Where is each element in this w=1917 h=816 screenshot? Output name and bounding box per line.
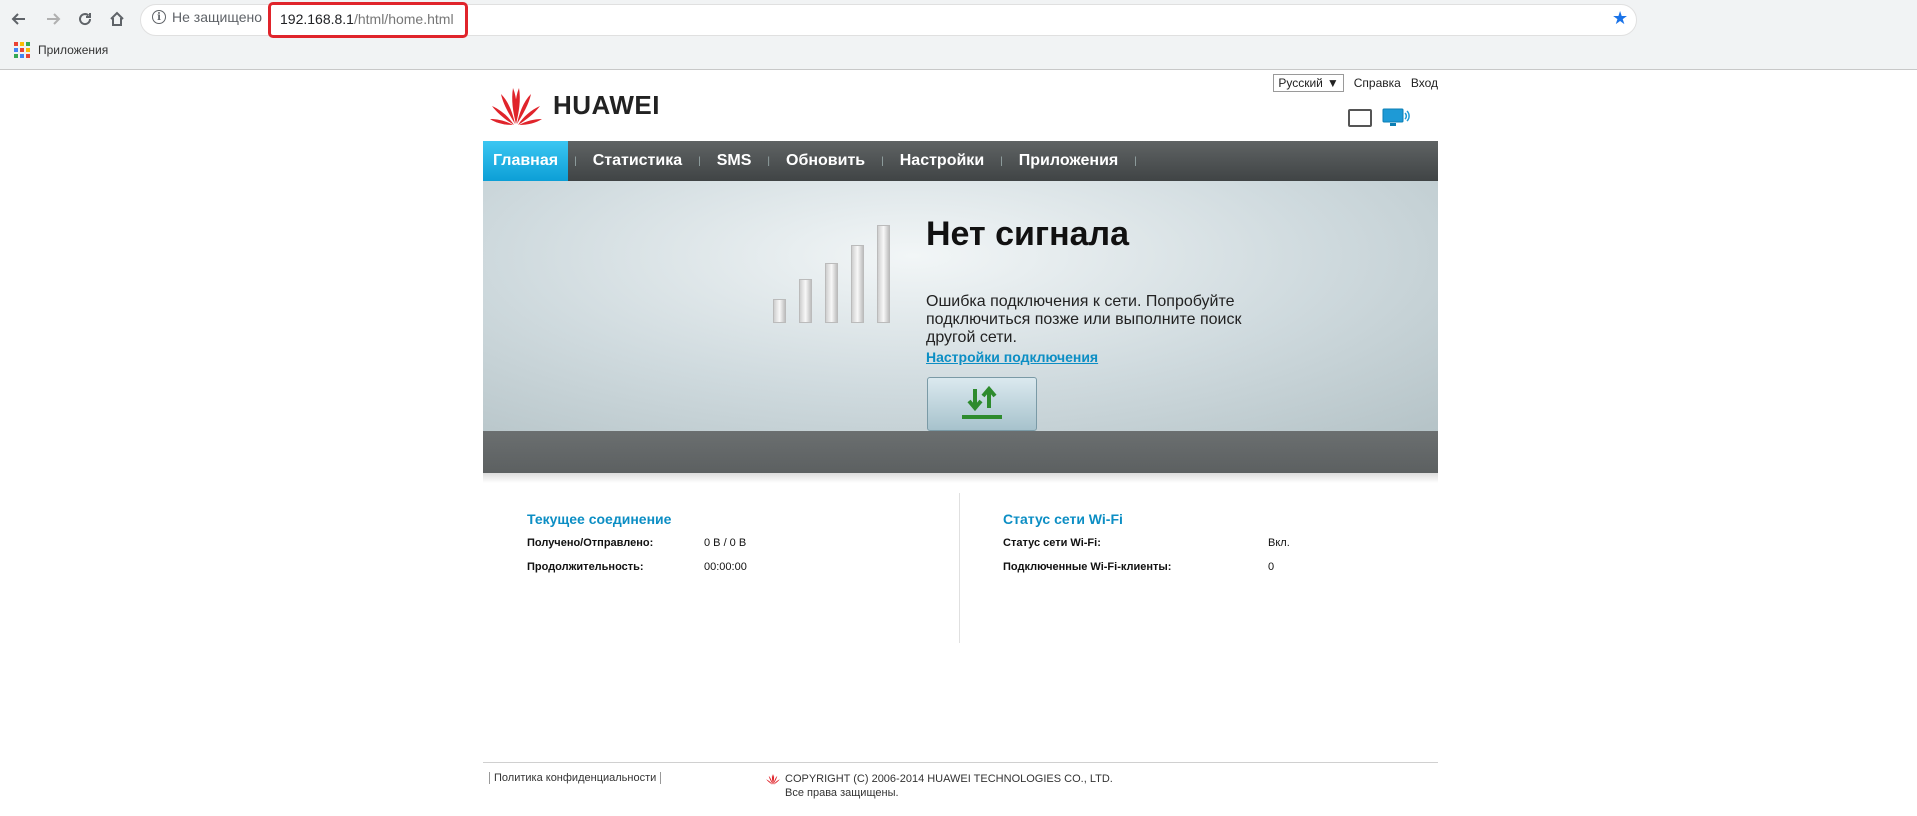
login-link[interactable]: Вход [1411, 76, 1438, 90]
nav-separator: | [698, 155, 701, 167]
chevron-down-icon: ▼ [1326, 76, 1339, 90]
duration-value: 00:00:00 [704, 561, 747, 573]
star-icon[interactable]: ★ [1612, 8, 1628, 29]
security-indicator[interactable]: i Не защищено [152, 9, 262, 25]
huawei-logo: HUAWEI [489, 84, 660, 126]
signal-panel: Нет сигнала Ошибка подключения к сети. П… [483, 181, 1438, 431]
connect-arrows-icon [962, 385, 1002, 419]
nav-separator: | [767, 155, 771, 167]
view-switch [1348, 108, 1410, 128]
home-icon[interactable] [106, 8, 128, 30]
security-label: Не защищено [172, 9, 262, 25]
browser-toolbar: i Не защищено 192.168.8.1/html/home.html… [0, 0, 1917, 70]
bookmarks-bar: Приложения [14, 42, 108, 58]
compact-view-icon[interactable] [1348, 109, 1372, 127]
nav-separator: | [1134, 155, 1137, 167]
bookmark-apps[interactable]: Приложения [38, 43, 108, 57]
back-icon[interactable] [8, 8, 30, 30]
signal-bar [877, 225, 890, 323]
received-sent-value: 0 B / 0 B [704, 537, 747, 549]
connect-button[interactable] [927, 377, 1037, 431]
tab-apps[interactable]: Приложения [1009, 141, 1129, 181]
tab-settings[interactable]: Настройки [890, 141, 994, 181]
privacy-link[interactable]: Политика конфиденциальности [489, 772, 662, 784]
current-connection-title: Текущее соединение [527, 511, 672, 527]
status-info: Текущее соединение Получено/Отправлено: … [483, 493, 1438, 643]
tab-home[interactable]: Главная [483, 141, 569, 181]
signal-bar [851, 245, 864, 323]
footer-divider [483, 762, 1438, 763]
nav-separator: | [1000, 155, 1003, 167]
wifi-status-value: Вкл. [1268, 537, 1290, 549]
rights-text: Все права защищены. [785, 787, 899, 799]
main-nav: Главная | Статистика | SMS | Обновить | … [483, 141, 1438, 181]
signal-bars-icon [773, 221, 903, 323]
copyright: COPYRIGHT (C) 2006-2014 HUAWEI TECHNOLOG… [765, 772, 1113, 800]
wifi-status: Статус сети Wi-Fi Статус сети Wi-Fi: Вкл… [1003, 511, 1403, 581]
brand-name: HUAWEI [553, 89, 660, 120]
signal-status-message: Ошибка подключения к сети. Попробуйте по… [926, 293, 1242, 346]
reload-icon[interactable] [74, 8, 96, 30]
apps-icon[interactable] [14, 42, 30, 58]
received-sent-row: Получено/Отправлено: 0 B / 0 B [527, 533, 927, 557]
help-link[interactable]: Справка [1354, 76, 1401, 90]
signal-panel-footer [483, 431, 1438, 473]
copyright-text: COPYRIGHT (C) 2006-2014 HUAWEI TECHNOLOG… [785, 773, 1113, 785]
wifi-status-title: Статус сети Wi-Fi [1003, 511, 1123, 527]
wifi-clients-label: Подключенные Wi-Fi-клиенты: [1003, 561, 1172, 573]
wifi-status-row: Статус сети Wi-Fi: Вкл. [1003, 533, 1403, 557]
url-input[interactable]: 192.168.8.1/html/home.html [280, 11, 454, 27]
tab-sms[interactable]: SMS [707, 141, 762, 181]
panel-shadow [483, 473, 1438, 483]
tab-statistics[interactable]: Статистика [583, 141, 692, 181]
huawei-small-logo-icon [766, 774, 780, 785]
duration-label: Продолжительность: [527, 561, 644, 573]
tab-update[interactable]: Обновить [776, 141, 875, 181]
huawei-logo-icon [490, 88, 542, 125]
received-sent-label: Получено/Отправлено: [527, 537, 654, 549]
nav-separator: | [881, 155, 884, 167]
signal-bar [825, 263, 838, 323]
top-links: Русский ▼ Справка Вход [1273, 74, 1438, 92]
signal-bar [799, 279, 812, 323]
signal-bar [773, 299, 786, 323]
current-connection: Текущее соединение Получено/Отправлено: … [527, 511, 927, 581]
language-select[interactable]: Русский ▼ [1273, 74, 1344, 92]
forward-icon[interactable] [42, 8, 64, 30]
info-divider [959, 493, 960, 643]
info-icon: i [152, 10, 166, 24]
connection-settings-link[interactable]: Настройки подключения [926, 349, 1098, 365]
wifi-clients-row: Подключенные Wi-Fi-клиенты: 0 [1003, 557, 1403, 581]
wifi-status-label: Статус сети Wi-Fi: [1003, 537, 1101, 549]
signal-status-title: Нет сигнала [926, 215, 1130, 253]
nav-separator: | [574, 155, 577, 167]
wifi-clients-value: 0 [1268, 561, 1275, 573]
monitor-view-icon[interactable] [1382, 108, 1410, 128]
duration-row: Продолжительность: 00:00:00 [527, 557, 927, 581]
